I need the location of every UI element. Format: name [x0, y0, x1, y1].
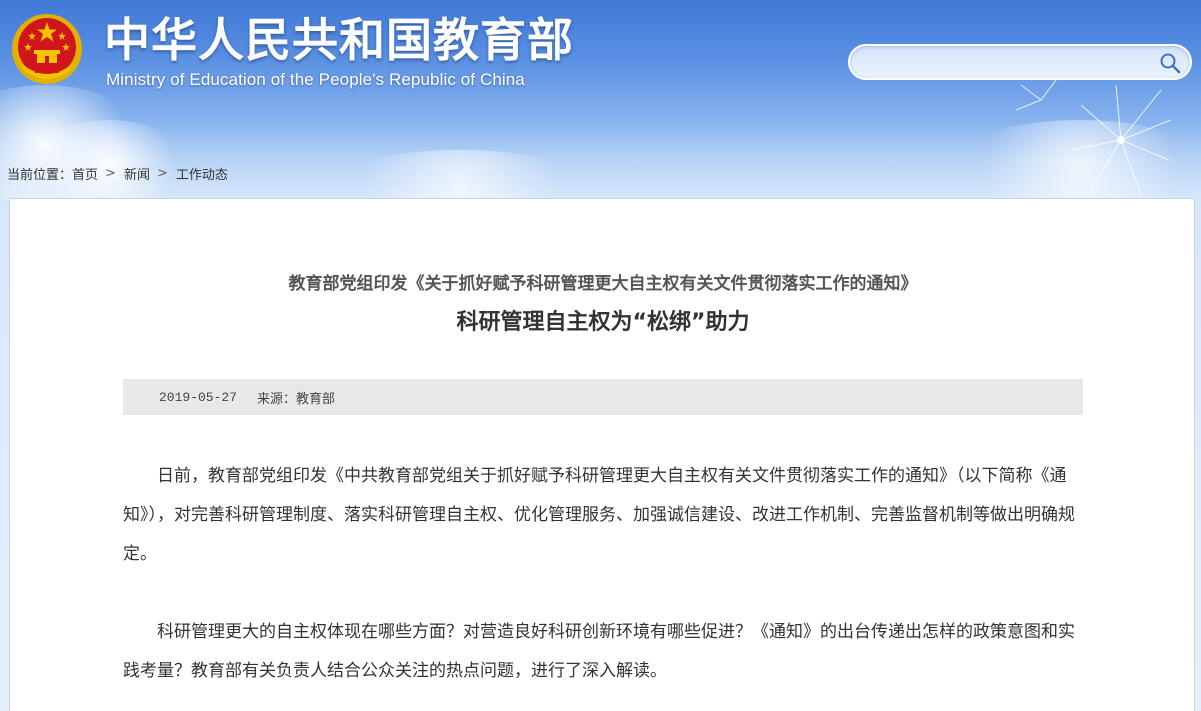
breadcrumb: 当前位置： 首页 > 新闻 > 工作动态	[7, 164, 228, 183]
article-paragraph: 科研管理更大的自主权体现在哪些方面？对营造良好科研创新环境有哪些促进？《通知》的…	[123, 622, 1075, 681]
dandelion-decoration	[1015, 80, 1171, 196]
article-paragraph: 日前，教育部党组印发《中共教育部党组关于抓好赋予科研管理更大自主权有关文件贯彻落…	[123, 466, 1075, 564]
article-meta-bar: 2019-05-27 来源： 教育部	[123, 379, 1083, 415]
article-date: 2019-05-27	[159, 389, 238, 405]
breadcrumb-home[interactable]: 首页	[72, 164, 98, 183]
breadcrumb-news[interactable]: 新闻	[124, 164, 150, 183]
article-kicker: 教育部党组印发《关于抓好赋予科研管理更大自主权有关文件贯彻落实工作的通知》	[288, 274, 918, 294]
article-source: 教育部	[296, 391, 336, 407]
article-body: 日前，教育部党组印发《中共教育部党组关于抓好赋予科研管理更大自主权有关文件贯彻落…	[123, 457, 1085, 711]
search-icon[interactable]	[1158, 51, 1182, 75]
page: 中华人民共和国教育部 Ministry of Education of the …	[0, 0, 1201, 711]
article-panel: 教育部党组印发《关于抓好赋予科研管理更大自主权有关文件贯彻落实工作的通知》 科研…	[9, 198, 1195, 711]
breadcrumb-label: 当前位置：	[7, 168, 73, 183]
chevron-right-icon: >	[105, 166, 116, 181]
site-subtitle: Ministry of Education of the People's Re…	[106, 70, 525, 89]
search-box	[848, 44, 1192, 80]
article-title: 科研管理自主权为“松绑”助力	[456, 310, 750, 335]
search-input[interactable]	[862, 50, 1156, 76]
breadcrumb-work-news[interactable]: 工作动态	[176, 164, 228, 183]
site-title: 中华人民共和国教育部	[104, 13, 574, 67]
chevron-right-icon: >	[156, 166, 168, 181]
article-source-label: 来源：	[257, 391, 297, 407]
national-emblem-icon	[12, 14, 82, 84]
